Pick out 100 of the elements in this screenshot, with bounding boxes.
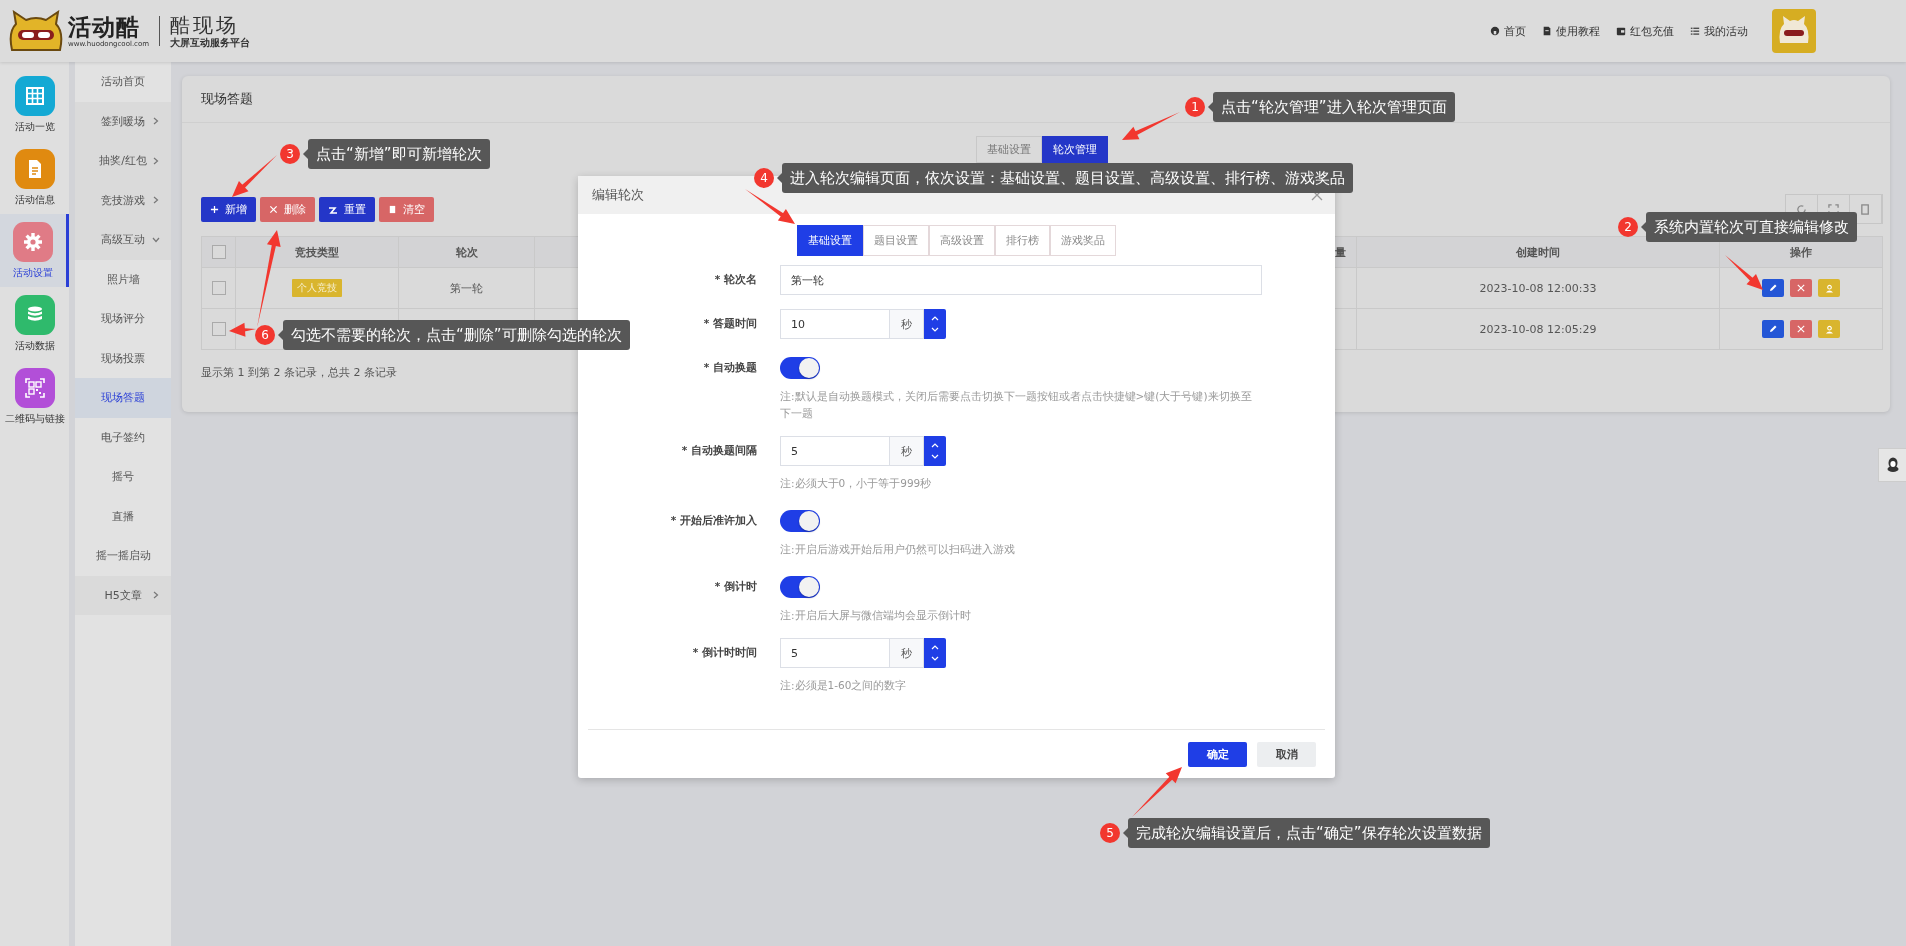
toggle-switch[interactable] [780, 576, 820, 598]
number-field[interactable]: 5 [780, 436, 890, 466]
submenu-item[interactable]: 签到暖场 [75, 101, 171, 141]
field-note: 注:必须是1-60之间的数字 [780, 678, 908, 693]
sidebar-item[interactable]: 二维码与链接 [0, 360, 70, 433]
pencil-icon [1768, 283, 1778, 293]
toggle-switch[interactable] [780, 510, 820, 532]
chevron-down-icon [931, 656, 939, 662]
close-icon [269, 205, 278, 214]
wallet-icon[interactable] [1616, 26, 1626, 36]
nav-link[interactable]: 使用教程 [1556, 23, 1600, 39]
toolbar-button[interactable]: 重置 [319, 197, 375, 222]
edit-button[interactable] [1762, 279, 1784, 297]
submenu-item[interactable]: 电子签约 [75, 417, 171, 457]
chat-button[interactable] [1878, 448, 1906, 482]
submenu-item[interactable]: 高级互动 [75, 220, 171, 260]
arrow [745, 189, 795, 224]
field-label: * 自动换题间隔 [681, 443, 757, 457]
dialog-title: 编辑轮次 [592, 186, 644, 204]
close-icon [1797, 325, 1805, 333]
settings-icon [23, 231, 44, 252]
tab[interactable]: 题目设置 [863, 225, 929, 256]
column-header: 量 [1335, 244, 1346, 260]
number-field[interactable]: 5 [780, 638, 890, 668]
list-icon[interactable] [1690, 26, 1700, 36]
delete-button[interactable] [1790, 320, 1812, 338]
sidebar-item[interactable]: 活动设置 [0, 214, 70, 287]
number-field[interactable]: 10 [780, 309, 890, 339]
field-label: * 答题时间 [703, 316, 757, 330]
grid-icon [24, 85, 45, 106]
checkbox[interactable] [211, 322, 226, 336]
arrow [232, 155, 277, 197]
toggle-switch[interactable] [780, 357, 820, 379]
dialog-button[interactable]: 确定 [1188, 741, 1247, 767]
toolbar-button[interactable]: 删除 [260, 197, 315, 222]
fullscreen-icon [1828, 203, 1839, 215]
submenu-item[interactable]: 现场答题 [75, 378, 171, 418]
tab[interactable]: 游戏奖品 [1050, 225, 1116, 256]
step-tooltip: 点击“新增”即可新增轮次 [303, 139, 490, 169]
step-tooltip: 系统内置轮次可直接编辑修改 [1641, 212, 1857, 242]
spinner[interactable] [924, 436, 946, 466]
table-cell: 2023-10-08 12:00:33 [1479, 281, 1597, 295]
tab[interactable]: 基础设置 [976, 136, 1042, 163]
nav-link[interactable]: 红包充值 [1630, 23, 1674, 39]
submenu-item[interactable]: 竞技游戏 [75, 180, 171, 220]
nav-link[interactable]: 首页 [1504, 23, 1526, 39]
column-header: 轮次 [455, 244, 478, 260]
field-label: * 倒计时 [714, 579, 757, 593]
dialog-button[interactable]: 取消 [1257, 741, 1316, 767]
caret-icon [152, 236, 160, 243]
user-icon [1824, 283, 1834, 293]
tab[interactable]: 高级设置 [929, 225, 995, 256]
column-header: 操作 [1790, 244, 1812, 260]
submenu-item[interactable]: 现场评分 [75, 299, 171, 339]
plus-icon [210, 205, 219, 214]
checkbox[interactable] [211, 281, 226, 295]
submenu-item[interactable]: 抽奖/红包 [75, 141, 171, 181]
submenu-item[interactable]: 摇一摇启动 [75, 536, 171, 576]
submenu-item[interactable]: 现场投票 [75, 338, 171, 378]
sidebar-item[interactable]: 活动一览 [0, 68, 70, 141]
tab[interactable]: 轮次管理 [1042, 136, 1108, 163]
nav-link[interactable]: 我的活动 [1704, 23, 1748, 39]
sidebar-item[interactable]: 活动数据 [0, 287, 70, 360]
field-label: * 开始后准许加入 [670, 513, 757, 527]
column-header: 竞技类型 [295, 244, 339, 260]
submenu-item[interactable]: H5文章 [75, 575, 171, 615]
toolbar-button[interactable]: 清空 [379, 197, 434, 222]
unit-label: 秒 [890, 309, 924, 339]
field-label: * 自动换题 [703, 360, 757, 374]
home-icon[interactable] [1490, 26, 1500, 36]
step-tooltip: 点击“轮次管理”进入轮次管理页面 [1208, 92, 1455, 122]
delete-button[interactable] [1790, 279, 1812, 297]
sidebar-item[interactable]: 活动信息 [0, 141, 70, 214]
field-note: 注:必须大于0，小于等于999秒 [780, 476, 933, 491]
submenu-item[interactable]: 摇号 [75, 457, 171, 497]
tab[interactable]: 排行榜 [995, 225, 1050, 256]
caret-icon [153, 117, 159, 126]
caret-icon [153, 591, 159, 600]
tab[interactable]: 基础设置 [797, 225, 863, 256]
chevron-up-icon [931, 442, 939, 448]
caret-icon [153, 156, 159, 165]
caret-icon [153, 196, 159, 205]
chevron-up-icon [931, 644, 939, 650]
spinner[interactable] [924, 638, 946, 668]
submenu-item[interactable]: 直播 [75, 496, 171, 536]
checkbox[interactable] [211, 245, 226, 259]
page-title: 现场答题 [201, 90, 253, 108]
field-label: * 倒计时时间 [692, 645, 757, 659]
step-tooltip: 完成轮次编辑设置后，点击“确定”保存轮次设置数据 [1123, 818, 1490, 848]
input-field[interactable]: 第一轮 [780, 265, 1262, 295]
submenu-item[interactable]: 照片墙 [75, 259, 171, 299]
spinner[interactable] [924, 309, 946, 339]
avatar[interactable] [1772, 9, 1816, 53]
slogan: 大屏互动服务平台 [170, 36, 251, 49]
document-icon[interactable] [1542, 26, 1552, 36]
close-icon [1797, 284, 1805, 292]
step-badge: 5 [1100, 823, 1120, 843]
submenu-item[interactable]: 活动首页 [75, 62, 171, 102]
toolbar-button[interactable]: 新增 [201, 197, 256, 222]
edit-button[interactable] [1762, 320, 1784, 338]
